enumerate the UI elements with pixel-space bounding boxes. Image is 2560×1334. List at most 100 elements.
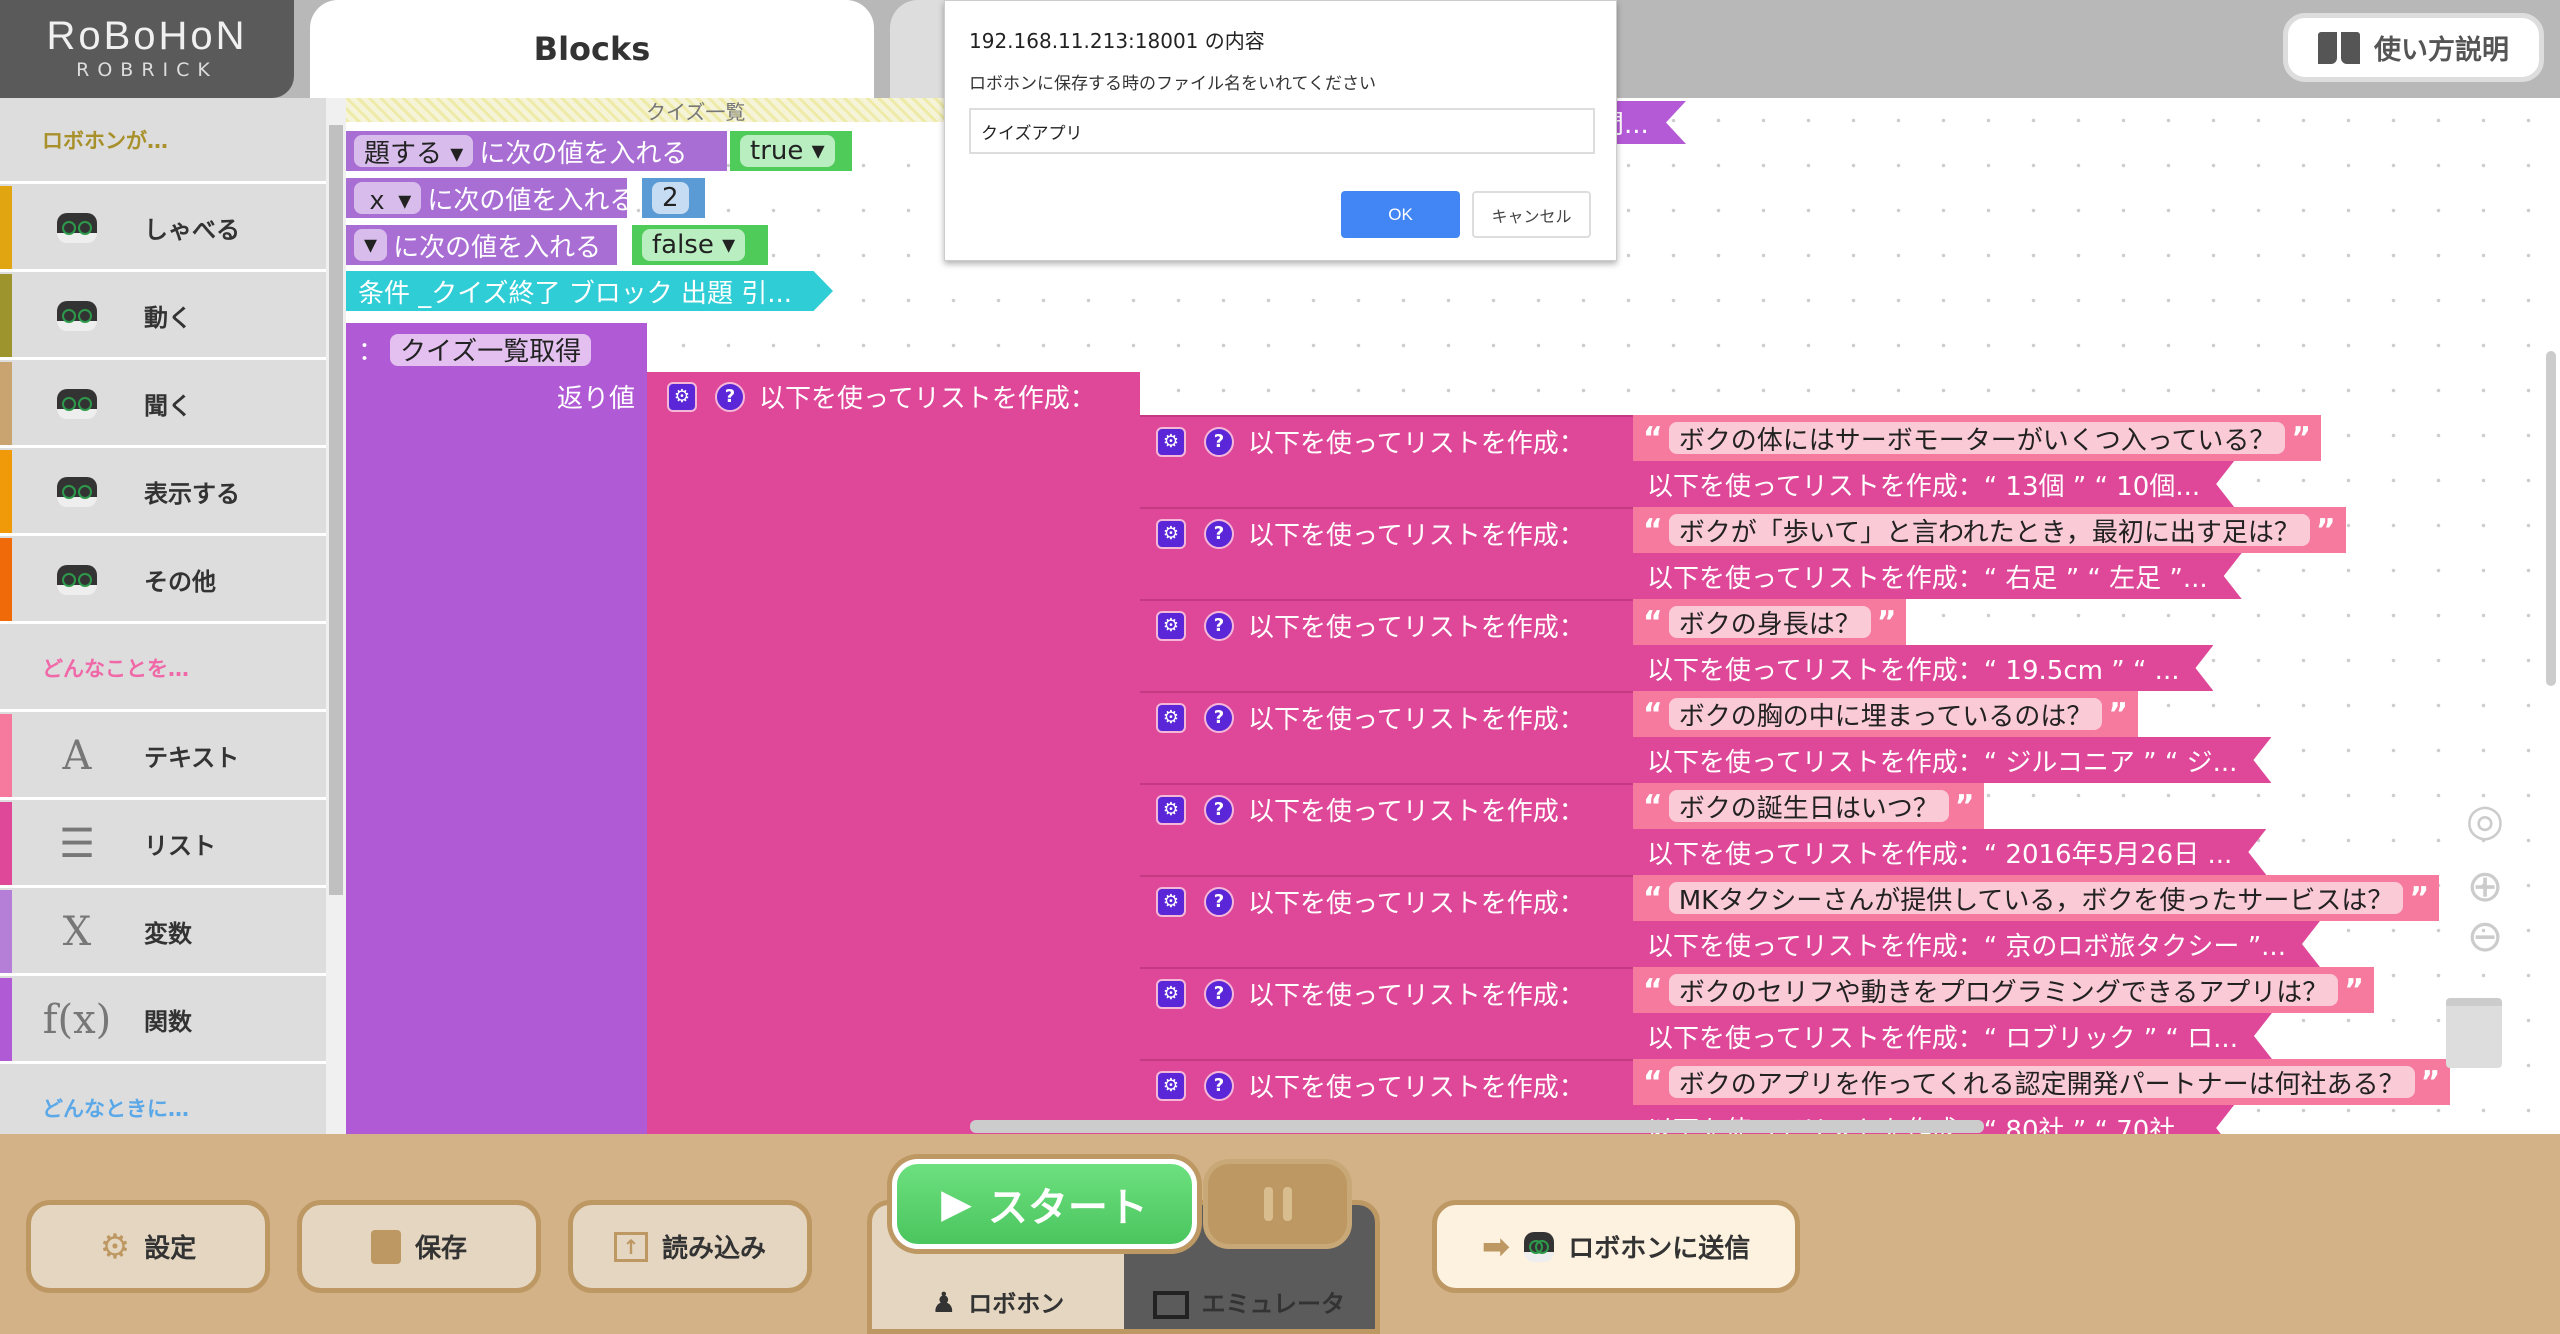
question-text-block[interactable]: “ボクの胸の中に埋まっているのは？”: [1633, 691, 2139, 737]
tab-blocks[interactable]: Blocks: [310, 0, 874, 98]
sidebar-item-robot-listen[interactable]: 聞く: [0, 362, 326, 448]
send-to-robohon-button[interactable]: ➡ ロボホンに送信: [1432, 1200, 1800, 1293]
value-block[interactable]: true ▾: [730, 131, 852, 171]
quiz-list-block-header[interactable]: クイズ一覧: [346, 98, 946, 124]
question-text-block[interactable]: “ボクが「歩いて」と言われたとき，最初に出す足は？”: [1633, 507, 2346, 553]
value-field[interactable]: 2: [652, 182, 689, 214]
question-text-block[interactable]: “ボクの誕生日はいつ？”: [1633, 783, 1985, 829]
sidebar-item-robot-move[interactable]: 動く: [0, 274, 326, 360]
horizontal-scrollbar[interactable]: [970, 1120, 1984, 1133]
quiz-list-block[interactable]: ⚙? 以下を使ってリストを作成：: [1140, 415, 1633, 507]
answers-list-block[interactable]: 以下を使ってリストを作成：“ 京のロボ旅タクシー ”...: [1633, 921, 2320, 967]
quiz-list-block[interactable]: ⚙? 以下を使ってリストを作成：: [1140, 691, 1633, 783]
help-icon[interactable]: ?: [1204, 978, 1234, 1009]
robot-face: [57, 564, 97, 595]
answers-list-block[interactable]: 以下を使ってリストを作成：“ 2016年5月26日 ...: [1633, 829, 2266, 875]
sidebar-item-variable[interactable]: X 変数: [0, 890, 326, 976]
question-text-field[interactable]: ボクの身長は？: [1668, 606, 1871, 640]
cancel-button[interactable]: キャンセル: [1472, 191, 1591, 238]
pause-button[interactable]: [1203, 1159, 1352, 1249]
variable-dropdown[interactable]: ▾: [354, 229, 388, 261]
gear-icon[interactable]: ⚙: [1156, 518, 1186, 549]
help-icon[interactable]: ?: [1204, 518, 1234, 549]
quote-open-icon: “: [1643, 420, 1663, 456]
sidebar-scrollbar-thumb[interactable]: [329, 125, 343, 895]
gear-icon[interactable]: ⚙: [667, 381, 697, 412]
variable-dropdown[interactable]: 題する ▾: [354, 135, 474, 169]
set-variable-block[interactable]: ▾ に次の値を入れる: [346, 225, 617, 265]
question-text-block[interactable]: “ボクの身長は？”: [1633, 599, 1907, 645]
block-label: に次の値を入れる: [479, 138, 688, 169]
sidebar-item-text[interactable]: A テキスト: [0, 714, 326, 800]
robrick-logo: RoBoHoN ROBRICK: [0, 0, 294, 98]
answers-list-block[interactable]: 以下を使ってリストを作成：“ 右足 ” “ 左足 ”...: [1633, 553, 2242, 599]
value-field[interactable]: true ▾: [740, 135, 835, 167]
gear-icon[interactable]: ⚙: [1156, 426, 1186, 457]
category-color-bar: [0, 362, 12, 445]
question-text-field[interactable]: ボクの胸の中に埋まっているのは？: [1668, 698, 2103, 732]
value-block[interactable]: 2: [642, 178, 705, 218]
settings-button[interactable]: ⚙ 設定: [26, 1200, 270, 1293]
recenter-icon[interactable]: ◎: [2461, 797, 2509, 845]
set-variable-block[interactable]: 題する ▾ に次の値を入れる: [346, 131, 727, 171]
start-button[interactable]: ▶ スタート: [892, 1159, 1197, 1249]
condition-block[interactable]: 条件 _クイズ終了 ブロック 出題 引...: [346, 271, 833, 311]
value-field[interactable]: false ▾: [642, 229, 746, 261]
gear-icon[interactable]: ⚙: [1156, 978, 1186, 1009]
trash-icon[interactable]: [2446, 998, 2502, 1068]
question-text-field[interactable]: ボクのセリフや動きをプログラミングできるアプリは？: [1668, 974, 2339, 1008]
help-icon[interactable]: ?: [715, 381, 745, 412]
answers-list-block[interactable]: 以下を使ってリストを作成：“ 19.5cm ” “ ...: [1633, 645, 2213, 691]
quiz-list-block[interactable]: ⚙? 以下を使ってリストを作成：: [1140, 967, 1633, 1059]
question-text-field[interactable]: ボクが「歩いて」と言われたとき，最初に出す足は？: [1668, 514, 2310, 548]
save-button[interactable]: 保存: [297, 1200, 541, 1293]
variable-dropdown[interactable]: ｘ ▾: [354, 182, 422, 216]
function-name-field[interactable]: クイズ一覧取得: [390, 333, 592, 367]
gear-icon[interactable]: ⚙: [1156, 610, 1186, 641]
help-icon[interactable]: ?: [1204, 426, 1234, 457]
question-text-field[interactable]: MKタクシーさんが提供している，ボクを使ったサービスは？: [1668, 882, 2404, 916]
answers-list-block[interactable]: 以下を使ってリストを作成：“ 13個 ” “ 10個...: [1633, 461, 2234, 507]
question-text-field[interactable]: ボクの体にはサーボモーターがいくつ入っている？: [1668, 422, 2286, 456]
zoom-in-icon[interactable]: ⊕: [2461, 863, 2509, 911]
question-text-block[interactable]: “ボクのセリフや動きをプログラミングできるアプリは？”: [1633, 967, 2374, 1013]
quiz-list-block[interactable]: ⚙? 以下を使ってリストを作成：: [1140, 599, 1633, 691]
sidebar-item-label: テキスト: [144, 744, 240, 772]
sidebar-item-function[interactable]: f(x) 関数: [0, 978, 326, 1064]
ok-button[interactable]: OK: [1341, 191, 1460, 238]
sidebar-item-robot-display[interactable]: 表示する: [0, 450, 326, 536]
question-text-block[interactable]: “MKタクシーさんが提供している，ボクを使ったサービスは？”: [1633, 875, 2440, 921]
quiz-list-block[interactable]: ⚙? 以下を使ってリストを作成：: [1140, 507, 1633, 599]
quiz-list-block[interactable]: ⚙? 以下を使ってリストを作成：: [1140, 783, 1633, 875]
sidebar-item-list[interactable]: ☰ リスト: [0, 802, 326, 888]
filename-input[interactable]: [969, 108, 1595, 154]
help-icon[interactable]: ?: [1204, 1070, 1234, 1101]
help-icon[interactable]: ?: [1204, 610, 1234, 641]
help-icon[interactable]: ?: [1204, 702, 1234, 733]
question-text-field[interactable]: ボクの誕生日はいつ？: [1668, 790, 1949, 824]
sidebar-item-robot-other[interactable]: その他: [0, 538, 326, 624]
question-text-field[interactable]: ボクのアプリを作ってくれる認定開発パートナーは何社ある？: [1668, 1066, 2415, 1100]
sidebar-item-robot-speak[interactable]: しゃべる: [0, 186, 326, 272]
create-list-block[interactable]: ⚙? 以下を使ってリストを作成：: [647, 372, 1140, 1134]
gear-icon[interactable]: ⚙: [1156, 1070, 1186, 1101]
answers-list-block[interactable]: 以下を使ってリストを作成：“ ジルコニア ” “ ジ...: [1633, 737, 2271, 783]
help-icon[interactable]: ?: [1204, 794, 1234, 825]
gear-icon[interactable]: ⚙: [1156, 794, 1186, 825]
question-text-block[interactable]: “ボクの体にはサーボモーターがいくつ入っている？”: [1633, 415, 2322, 461]
gear-icon[interactable]: ⚙: [1156, 886, 1186, 917]
set-variable-block[interactable]: ｘ ▾ に次の値を入れる: [346, 178, 635, 218]
zoom-out-icon[interactable]: ⊖: [2461, 913, 2509, 961]
help-icon[interactable]: ?: [1204, 886, 1234, 917]
help-button[interactable]: 使い方説明: [2283, 13, 2544, 82]
function-icon: f(x): [42, 996, 112, 1043]
gear-icon[interactable]: ⚙: [1156, 702, 1186, 733]
vertical-scrollbar[interactable]: [2546, 351, 2556, 686]
load-button[interactable]: ↑ 読み込み: [568, 1200, 812, 1293]
function-block[interactable]: ：クイズ一覧取得 返り値: [346, 323, 647, 1134]
list-block-header: ⚙? 以下を使ってリストを作成：: [1156, 883, 1585, 920]
value-block[interactable]: false ▾: [632, 225, 768, 265]
question-text-block[interactable]: “ボクのアプリを作ってくれる認定開発パートナーは何社ある？”: [1633, 1059, 2451, 1105]
quiz-list-block[interactable]: ⚙? 以下を使ってリストを作成：: [1140, 875, 1633, 967]
answers-list-block[interactable]: 以下を使ってリストを作成：“ ロブリック ” “ ロ...: [1633, 1013, 2272, 1059]
